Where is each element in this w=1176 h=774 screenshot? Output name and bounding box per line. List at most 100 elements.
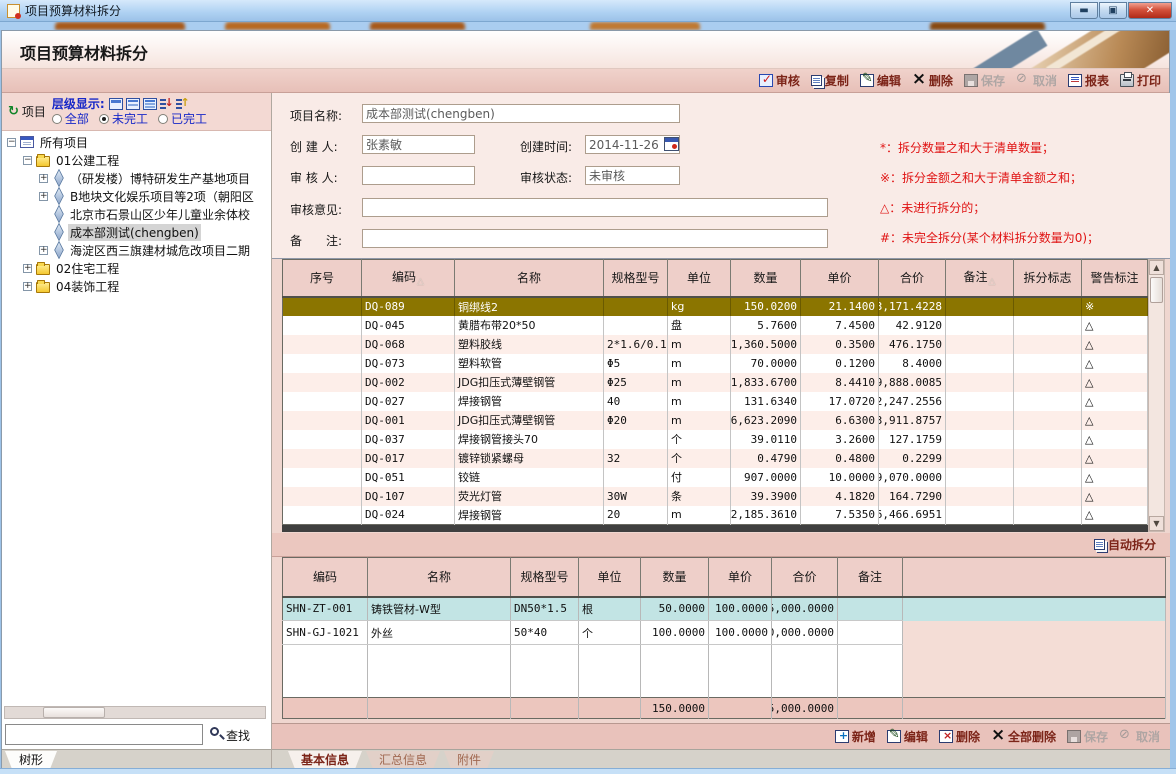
layout-view-icon-1[interactable] (109, 98, 123, 110)
remark-field[interactable] (362, 229, 828, 248)
material-row[interactable]: DQ-024焊接钢管20m2,185.36107.535016,466.6951… (283, 506, 1148, 525)
tree-item[interactable]: 北京市石景山区少年儿童业余体校 (2, 205, 271, 223)
scrollbar-thumb[interactable] (1150, 277, 1163, 303)
material-row[interactable]: DQ-027焊接钢管40m131.634017.07202,247.2556△ (283, 392, 1148, 411)
close-icon[interactable]: ✕ (1128, 2, 1172, 19)
add-row-button[interactable]: 新增 (835, 728, 876, 745)
column-header[interactable]: 拆分标志 (1014, 260, 1082, 297)
split-row[interactable]: SHN-ZT-001铸铁管材-W型DN50*1.5根50.0000100.000… (283, 597, 1166, 621)
column-header[interactable]: 备注 (838, 558, 903, 597)
cancel-row-button[interactable]: 取消 (1119, 728, 1160, 745)
search-button[interactable]: 查找 (226, 727, 250, 744)
material-row[interactable]: DQ-001JDG扣压式薄壁钢管Φ20m6,623.20906.630043,9… (283, 411, 1148, 430)
copy-button[interactable]: 复制 (811, 72, 849, 89)
layout-view-icon-2[interactable] (126, 98, 140, 110)
column-header[interactable]: 编码△ (362, 260, 455, 297)
tree-item[interactable]: −01公建工程 (2, 151, 271, 169)
minimize-icon[interactable]: ▬ (1070, 2, 1098, 19)
column-header[interactable]: 名称 (455, 260, 604, 297)
column-header[interactable]: 单位 (668, 260, 731, 297)
auto-split-button[interactable]: 自动拆分 (1094, 536, 1156, 553)
collapse-icon[interactable]: − (23, 156, 32, 165)
tree-item[interactable]: +B地块文化娱乐项目等2项（朝阳区 (2, 187, 271, 205)
creator-field[interactable] (362, 135, 475, 154)
project-name-field[interactable] (362, 104, 680, 123)
expand-icon[interactable]: + (39, 246, 48, 255)
collapse-icon[interactable]: − (7, 138, 16, 147)
tree-item[interactable]: +04装饰工程 (2, 277, 271, 295)
column-header[interactable]: 编码 (283, 558, 368, 597)
edit-row-button[interactable]: 编辑 (887, 728, 928, 745)
column-header[interactable]: 备注△ (946, 260, 1014, 297)
expand-icon[interactable]: + (39, 174, 48, 183)
print-button[interactable]: 打印 (1120, 72, 1161, 89)
delete-all-button[interactable]: 全部删除 (991, 728, 1056, 745)
auditor-field[interactable] (362, 166, 475, 185)
column-header[interactable]: 单位 (579, 558, 641, 597)
column-header[interactable]: 警告标注 (1082, 260, 1148, 297)
cell: 16,466.6951 (879, 506, 946, 525)
material-row[interactable]: DQ-037焊接钢管接头70个39.01103.2600127.1759△ (283, 430, 1148, 449)
calendar-icon[interactable] (664, 137, 679, 151)
column-header[interactable]: 合价 (879, 260, 946, 297)
column-header[interactable]: 数量 (641, 558, 709, 597)
material-row[interactable]: DQ-002JDG扣压式薄壁钢管Φ25m11,833.67008.441099,… (283, 373, 1148, 392)
column-header[interactable]: 规格型号 (511, 558, 579, 597)
audit-status-field[interactable] (585, 166, 680, 185)
column-header[interactable]: 名称 (368, 558, 511, 597)
column-header[interactable]: 序号 (283, 260, 362, 297)
save-row-button[interactable]: 保存 (1067, 728, 1108, 745)
tree-item[interactable]: +海淀区西三旗建材城危改项目二期 (2, 241, 271, 259)
column-header[interactable]: 单价 (801, 260, 879, 297)
expand-icon[interactable]: + (39, 192, 48, 201)
totals-row[interactable]: 150.000015,000.0000 (283, 698, 1166, 719)
radio-selected[interactable]: 未完工 (99, 112, 148, 127)
tree-item[interactable]: +（研发楼）博特研发生产基地项目 (2, 169, 271, 187)
scroll-down-icon[interactable]: ▼ (1149, 516, 1164, 531)
scrollbar-thumb[interactable] (43, 707, 105, 718)
expand-icon[interactable]: + (23, 282, 32, 291)
expand-icon[interactable]: + (23, 264, 32, 273)
layout-view-icon-3[interactable] (143, 98, 157, 110)
edit-button[interactable]: 编辑 (860, 72, 901, 89)
search-icon[interactable] (210, 727, 219, 736)
cancel-button[interactable]: 取消 (1016, 72, 1057, 89)
column-header[interactable]: 合价 (772, 558, 838, 597)
sort-asc-icon[interactable] (176, 98, 189, 110)
table-horizontal-scrollbar[interactable] (282, 525, 1148, 532)
save-button[interactable]: 保存 (964, 72, 1005, 89)
column-header[interactable]: 单价 (709, 558, 772, 597)
audit-button[interactable]: 审核 (759, 72, 800, 89)
delete-button[interactable]: 删除 (912, 72, 953, 89)
table-vertical-scrollbar[interactable]: ▲ ▼ (1148, 259, 1165, 532)
tree-item[interactable]: −所有项目 (2, 133, 271, 151)
maximize-icon[interactable]: ▣ (1099, 2, 1127, 19)
material-row[interactable]: DQ-045黄腊布带20*50盘5.76007.450042.9120△ (283, 316, 1148, 335)
sort-desc-icon[interactable] (160, 98, 173, 110)
tab-inactive[interactable]: 汇总信息 (366, 751, 440, 769)
tree-item-selected[interactable]: 成本部测试(chengben) (2, 223, 271, 241)
column-header[interactable]: 规格型号 (604, 260, 668, 297)
tab-tree-view[interactable]: 树形 (5, 751, 57, 769)
tab-active[interactable]: 基本信息 (288, 751, 362, 769)
material-row[interactable]: DQ-068塑料胶线2*1.6/0.15m1,360.50000.3500476… (283, 335, 1148, 354)
material-row[interactable]: DQ-051铰链付907.000010.00009,070.0000△ (283, 468, 1148, 487)
material-row[interactable]: DQ-073塑料软管Φ5m70.00000.12008.4000△ (283, 354, 1148, 373)
tree-search-input[interactable] (5, 724, 203, 745)
delete-row-button[interactable]: 删除 (939, 728, 980, 745)
scroll-up-icon[interactable]: ▲ (1149, 260, 1164, 275)
tree-item[interactable]: +02住宅工程 (2, 259, 271, 277)
radio-option[interactable]: 全部 (52, 112, 89, 127)
tree-horizontal-scrollbar[interactable] (4, 706, 266, 719)
material-row-selected[interactable]: DQ-089铜绑线2kg150.020021.14003,171.4228※ (283, 297, 1148, 316)
tab-inactive[interactable]: 附件 (444, 751, 494, 769)
audit-opinion-field[interactable] (362, 198, 828, 217)
report-button[interactable]: 报表 (1068, 72, 1109, 89)
split-row[interactable]: SHN-GJ-1021外丝50*40个100.0000100.000010,00… (283, 621, 1166, 645)
material-row[interactable]: DQ-017镀锌锁紧螺母32个0.47900.48000.2299△ (283, 449, 1148, 468)
material-row[interactable]: DQ-107荧光灯管30W条39.39004.1820164.7290△ (283, 487, 1148, 506)
refresh-icon[interactable]: ↻ (8, 104, 19, 119)
column-header[interactable]: 数量 (731, 260, 801, 297)
radio-option[interactable]: 已完工 (158, 112, 207, 127)
empty-row[interactable] (283, 645, 1166, 698)
